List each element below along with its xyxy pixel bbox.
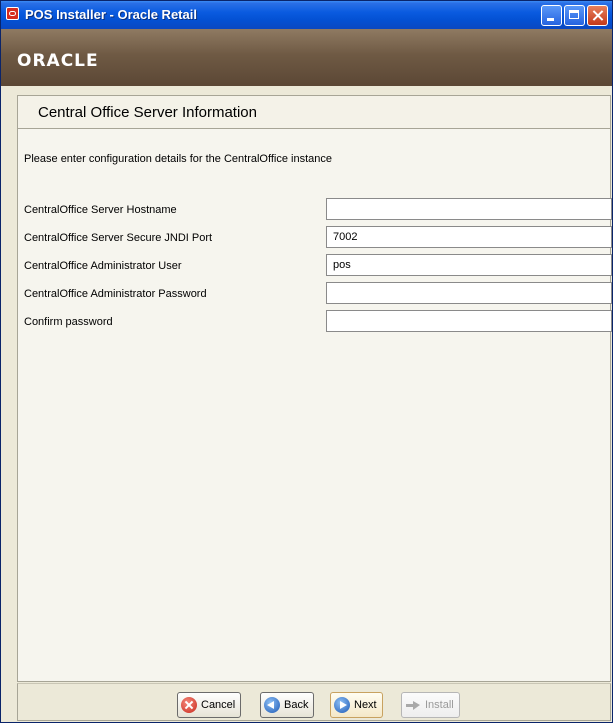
maximize-button[interactable] xyxy=(564,5,585,26)
close-button[interactable] xyxy=(587,5,608,26)
jndi-port-input[interactable] xyxy=(326,226,612,248)
back-arrow-icon xyxy=(264,697,280,713)
admin-user-label: CentralOffice Administrator User xyxy=(24,260,182,272)
install-arrow-icon xyxy=(405,697,421,713)
instructions-text: Please enter configuration details for t… xyxy=(24,153,332,165)
oracle-app-icon xyxy=(6,7,19,20)
back-button[interactable]: Back xyxy=(260,692,315,718)
minimize-button[interactable] xyxy=(541,5,562,26)
install-button[interactable]: Install xyxy=(401,692,460,718)
title-bar[interactable]: POS Installer - Oracle Retail xyxy=(1,1,612,29)
cancel-button[interactable]: Cancel xyxy=(177,692,242,718)
confirm-password-input[interactable] xyxy=(326,310,612,332)
page-header: Central Office Server Information xyxy=(17,95,611,129)
admin-password-label: CentralOffice Administrator Password xyxy=(24,288,207,300)
confirm-password-label: Confirm password xyxy=(24,316,113,328)
window-title: POS Installer - Oracle Retail xyxy=(25,7,197,22)
button-bar: Cancel Back Next Install xyxy=(17,683,611,721)
back-button-label: Back xyxy=(284,699,309,711)
next-arrow-icon xyxy=(334,697,350,713)
admin-password-input[interactable] xyxy=(326,282,612,304)
install-button-label: Install xyxy=(425,699,454,711)
admin-user-input[interactable] xyxy=(326,254,612,276)
jndi-port-label: CentralOffice Server Secure JNDI Port xyxy=(24,232,213,244)
next-button-label: Next xyxy=(354,699,377,711)
form-panel: Please enter configuration details for t… xyxy=(17,129,612,682)
page-title: Central Office Server Information xyxy=(38,104,257,121)
next-button[interactable]: Next xyxy=(330,692,383,718)
installer-window: POS Installer - Oracle Retail ORACLE Cen… xyxy=(0,0,613,723)
cancel-button-label: Cancel xyxy=(201,699,236,711)
oracle-logo: ORACLE xyxy=(17,51,99,71)
hostname-input[interactable] xyxy=(326,198,612,220)
hostname-label: CentralOffice Server Hostname xyxy=(24,204,177,216)
cancel-icon xyxy=(181,697,197,713)
